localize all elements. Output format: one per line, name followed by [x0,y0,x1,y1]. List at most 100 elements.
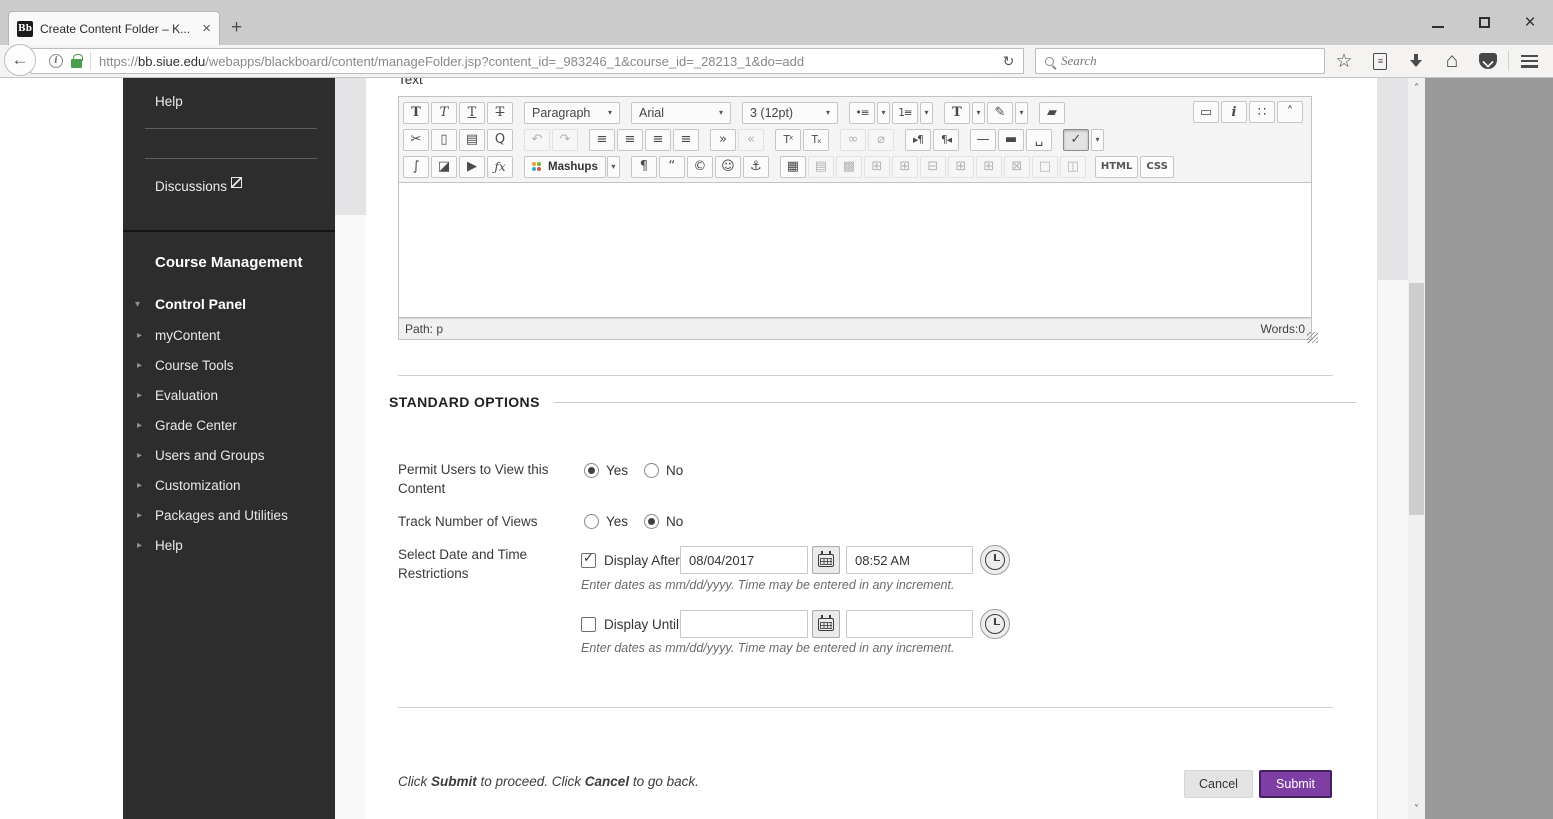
permit-yes-radio[interactable] [584,463,599,478]
display-until-checkbox[interactable] [581,617,596,632]
minimize-button[interactable] [1415,0,1461,45]
url-bar[interactable]: i https://bb.siue.edu/webapps/blackboard… [30,48,995,74]
sidebar-item-evaluation[interactable]: ▸ Evaluation [123,380,335,410]
font-family-select[interactable]: Arial▾ [631,102,731,124]
table-properties-button[interactable]: ▤ [808,156,834,178]
home-icon[interactable]: ⌂ [1434,45,1470,77]
insert-video-button[interactable]: ▶ [459,156,485,178]
display-after-time-input[interactable] [846,546,973,574]
display-after-date-input[interactable] [680,546,808,574]
spellcheck-button[interactable]: ✓ [1063,129,1089,151]
math-editor-button[interactable]: ƒx [487,156,513,178]
sidebar-item-help[interactable]: ▸ Help [123,530,335,560]
display-until-calendar-button[interactable] [812,610,840,638]
display-after-calendar-button[interactable] [812,546,840,574]
sidebar-item-grade-center[interactable]: ▸ Grade Center [123,410,335,440]
insert-image-button[interactable]: ◪ [431,156,457,178]
insert-row-below-button[interactable]: ⊞ [892,156,918,178]
copy-button[interactable]: ▯ [431,129,457,151]
paragraph-format-select[interactable]: Paragraph▾ [524,102,620,124]
insert-column-right-button[interactable]: ⊞ [976,156,1002,178]
align-right-button[interactable]: ≡ [645,129,671,151]
find-button[interactable]: Q [487,129,513,151]
bookmark-star-icon[interactable]: ☆ [1326,45,1362,77]
chevron-down-icon[interactable]: ▾ [135,299,140,310]
https-lock-icon[interactable] [71,59,82,68]
paragraph-mark-button[interactable]: ¶ [631,156,657,178]
attach-file-button[interactable]: ∫ [403,156,429,178]
ltr-paragraph-button[interactable]: ▸¶ [905,129,931,151]
scroll-down-icon[interactable]: ˅ [1408,801,1425,817]
text-color-menu-button[interactable]: ▾ [972,102,985,124]
library-icon[interactable]: ≡ [1362,45,1398,77]
clear-formatting-button[interactable]: ▰ [1039,102,1065,124]
pocket-icon[interactable] [1470,45,1506,77]
blockquote-button[interactable]: “ [659,156,685,178]
scroll-up-icon[interactable]: ˄ [1408,80,1425,96]
rtl-paragraph-button[interactable]: ¶◂ [933,129,959,151]
highlight-color-menu-button[interactable]: ▾ [1015,102,1028,124]
redo-button[interactable]: ↷ [552,129,578,151]
display-until-date-input[interactable] [680,610,808,638]
insert-link-button[interactable]: ∞ [840,129,866,151]
sidebar-item-course-tools[interactable]: ▸ Course Tools [123,350,335,380]
search-input[interactable]: Search [1035,48,1325,74]
paste-button[interactable]: ▤ [459,129,485,151]
display-after-clock-button[interactable] [980,545,1010,575]
bold-button[interactable]: T [403,102,429,124]
page-scrollbar[interactable]: ˄ ˅ [1408,78,1425,819]
window-close-button[interactable]: × [1507,0,1553,45]
submit-button[interactable]: Submit [1259,770,1332,798]
insert-table-button[interactable]: ▦ [780,156,806,178]
copyright-button[interactable]: © [687,156,713,178]
back-button[interactable]: ← [4,44,36,76]
nonbreaking-space-button[interactable]: ␣ [1026,129,1052,151]
delete-column-button[interactable]: ⊠ [1004,156,1030,178]
outdent-button[interactable]: « [738,129,764,151]
display-until-clock-button[interactable] [980,609,1010,639]
thick-rule-button[interactable]: ▬ [998,129,1024,151]
sidebar-item-control-panel[interactable]: Control Panel [155,296,246,312]
track-no-radio[interactable] [644,514,659,529]
url-text[interactable]: https://bb.siue.edu/webapps/blackboard/c… [99,54,804,69]
editor-content-area[interactable] [398,183,1312,318]
sidebar-item-help-top[interactable]: Help [155,94,183,109]
remove-link-button[interactable]: ⌀ [868,129,894,151]
align-justify-button[interactable]: ≡ [673,129,699,151]
sidebar-item-packages-and-utilities[interactable]: ▸ Packages and Utilities [123,500,335,530]
fullscreen-button[interactable]: ∷ [1249,101,1275,123]
highlight-color-button[interactable]: ✎ [987,102,1013,124]
numbered-list-menu-button[interactable]: ▾ [920,102,933,124]
preview-button[interactable]: ▭ [1193,101,1219,123]
display-after-checkbox[interactable] [581,553,596,568]
mashups-button[interactable]: Mashups [524,156,606,178]
sidebar-item-customization[interactable]: ▸ Customization [123,470,335,500]
bullet-list-menu-button[interactable]: ▾ [877,102,890,124]
delete-row-button[interactable]: ⊟ [920,156,946,178]
anchor-button[interactable]: ⚓ [743,156,769,178]
font-size-select[interactable]: 3 (12pt)▾ [742,102,838,124]
cell-properties-button[interactable]: ▩ [836,156,862,178]
mashups-menu-button[interactable]: ▾ [607,156,620,178]
collapse-toolbar-button[interactable]: ˄ [1277,101,1303,123]
page-info-icon[interactable]: i [49,54,63,68]
split-cells-button[interactable]: ◫ [1060,156,1086,178]
merge-cells-button[interactable]: □ [1032,156,1058,178]
browser-tab[interactable]: Bb Create Content Folder – K... × [8,11,220,45]
cancel-button[interactable]: Cancel [1184,770,1253,798]
tab-close-icon[interactable]: × [202,20,211,37]
scrollbar-thumb[interactable] [1409,283,1424,515]
horizontal-rule-button[interactable]: — [970,129,996,151]
display-until-time-input[interactable] [846,610,973,638]
maximize-button[interactable] [1461,0,1507,45]
emoticon-button[interactable]: ☺ [715,156,741,178]
text-color-button[interactable]: T [944,102,970,124]
subscript-button[interactable]: Tₓ [803,129,829,151]
bullet-list-button[interactable]: •≡ [849,102,875,124]
insert-row-above-button[interactable]: ⊞ [864,156,890,178]
track-yes-radio[interactable] [584,514,599,529]
cut-button[interactable]: ✂ [403,129,429,151]
sidebar-item-users-and-groups[interactable]: ▸ Users and Groups [123,440,335,470]
permit-no-radio[interactable] [644,463,659,478]
underline-button[interactable]: T [459,102,485,124]
